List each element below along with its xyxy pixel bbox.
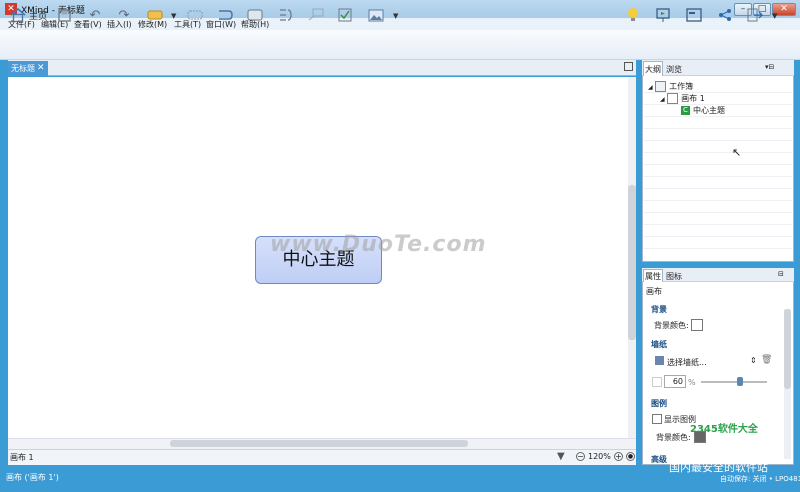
boundary-icon[interactable]	[246, 6, 264, 24]
section-wallpaper: 墙纸	[651, 340, 667, 349]
workbook-icon	[655, 81, 667, 92]
panel-menu-icon[interactable]: ▾⊟	[765, 63, 774, 71]
section-advanced: 高级	[651, 455, 667, 464]
tree-item-sheet[interactable]: ◢ 画布 1	[660, 93, 705, 104]
tab-properties[interactable]: 属性	[645, 271, 661, 282]
brand-watermark-tagline: 国内最安全的软件站	[669, 461, 768, 474]
watermark: www.DuoTe.com	[270, 232, 487, 257]
wallpaper-select[interactable]: 选择墙纸...	[667, 357, 707, 368]
toolbar	[0, 30, 800, 60]
section-background: 背景	[651, 305, 667, 314]
tab-overview[interactable]: 浏览	[666, 64, 682, 75]
zoom-out-button[interactable]: −	[576, 452, 585, 461]
properties-heading: 画布	[646, 287, 662, 296]
wallpaper-icon	[655, 356, 664, 365]
relationship-icon[interactable]	[216, 6, 234, 24]
subtopic-icon[interactable]	[186, 6, 204, 24]
status-text: 画布 ('画布 1')	[6, 473, 59, 482]
layout-icon[interactable]	[685, 6, 703, 24]
editor-tab-strip	[8, 60, 636, 76]
expand-icon[interactable]: ◢	[648, 84, 653, 91]
background-color-label: 背景颜色:	[654, 321, 689, 330]
horizontal-scroll-thumb[interactable]	[170, 440, 468, 447]
panel-minimize-icon[interactable]: ⊟	[778, 270, 784, 278]
zoom-level: 120%	[588, 452, 611, 461]
opacity-input[interactable]: 60	[664, 375, 686, 388]
wallpaper-spinner-icon[interactable]: ⇕	[750, 356, 757, 365]
mouse-cursor-icon: ↖	[732, 146, 742, 159]
section-legend: 图例	[651, 399, 667, 408]
editor-maximize-icon[interactable]	[624, 62, 633, 71]
topic-dropdown-icon[interactable]: ▼	[171, 12, 176, 20]
tree-item-workbook[interactable]: ◢ 工作簿	[648, 81, 693, 92]
sheet-bar	[8, 449, 636, 465]
home-label[interactable]: 主页	[29, 9, 47, 22]
home-icon[interactable]	[9, 6, 27, 24]
expand-icon[interactable]: ◢	[660, 96, 665, 103]
export-icon[interactable]	[746, 6, 764, 24]
sheet-icon	[667, 93, 679, 104]
opacity-checkbox[interactable]	[652, 377, 662, 387]
save-icon[interactable]	[55, 6, 73, 24]
sheet-tab[interactable]: 画布 1	[10, 452, 34, 463]
image-dropdown-icon[interactable]: ▼	[393, 12, 398, 20]
idea-icon[interactable]	[624, 6, 642, 24]
show-legend-checkbox[interactable]	[652, 414, 662, 424]
callout-icon[interactable]	[307, 6, 325, 24]
filter-icon[interactable]: ▼	[557, 451, 565, 462]
redo-icon[interactable]: ↷	[115, 6, 133, 24]
brand-watermark: 2345软件大全	[690, 424, 758, 435]
export-dropdown-icon[interactable]: ▼	[772, 12, 777, 20]
vertical-scroll-thumb[interactable]	[628, 185, 636, 340]
task-icon[interactable]	[336, 6, 354, 24]
opacity-slider-thumb[interactable]	[737, 377, 743, 386]
tab-close-icon[interactable]: ✕	[37, 61, 47, 76]
zoom-fit-button[interactable]: ●	[626, 452, 635, 461]
properties-scroll-thumb[interactable]	[784, 309, 791, 389]
share-icon[interactable]	[716, 6, 734, 24]
autosave-status: 自动保存: 关闭 • LPO481	[720, 475, 800, 483]
legend-bg-label: 背景颜色:	[656, 433, 691, 442]
presentation-icon[interactable]	[654, 6, 672, 24]
topic-node-icon: C	[681, 106, 690, 115]
properties-tab-strip	[642, 268, 794, 282]
tree-item-central-topic[interactable]: C 中心主题	[681, 105, 725, 116]
undo-icon[interactable]: ↶	[86, 6, 104, 24]
tab-icons[interactable]: 图标	[666, 271, 682, 282]
delete-wallpaper-icon[interactable]: 🗑	[761, 355, 772, 365]
summary-icon[interactable]	[276, 6, 294, 24]
opacity-unit: %	[688, 378, 696, 387]
opacity-slider-track[interactable]	[701, 381, 767, 383]
background-color-swatch[interactable]	[691, 319, 703, 331]
zoom-in-button[interactable]: +	[614, 452, 623, 461]
topic-icon[interactable]	[146, 6, 164, 24]
image-icon[interactable]	[367, 6, 385, 24]
tab-outline[interactable]: 大纲	[645, 64, 661, 75]
